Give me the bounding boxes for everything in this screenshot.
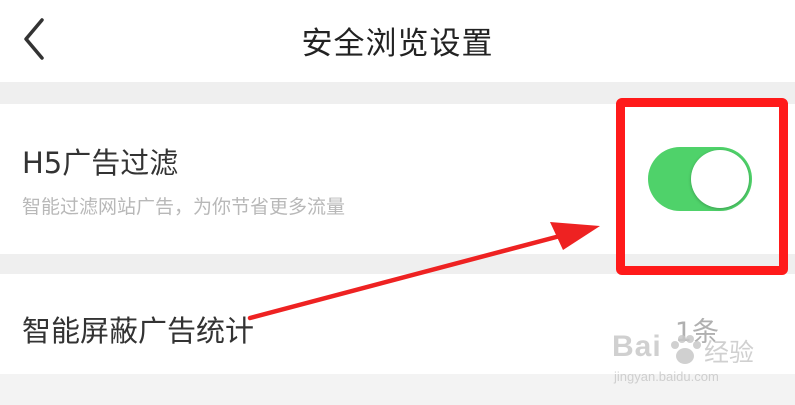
paw-logo-icon bbox=[671, 335, 701, 364]
watermark-brand: Bai bbox=[612, 330, 662, 363]
ad-filter-title: H5广告过滤 bbox=[22, 146, 179, 180]
page-title: 安全浏览设置 bbox=[301, 26, 494, 62]
header-bar: 安全浏览设置 bbox=[0, 0, 795, 82]
watermark-brand-cn: 经验 bbox=[704, 338, 755, 367]
ad-stats-title: 智能屏蔽广告统计 bbox=[22, 314, 255, 348]
watermark-url: jingyan.baidu.com bbox=[614, 369, 719, 384]
app-screen: 安全浏览设置 H5广告过滤 智能过滤网站广告，为你节省更多流量 智能屏蔽广告统计… bbox=[0, 0, 795, 405]
watermark: Bai 经验 jingyan.baidu.com bbox=[612, 330, 787, 390]
highlight-box bbox=[616, 98, 788, 275]
ad-filter-description: 智能过滤网站广告，为你节省更多流量 bbox=[22, 196, 346, 218]
